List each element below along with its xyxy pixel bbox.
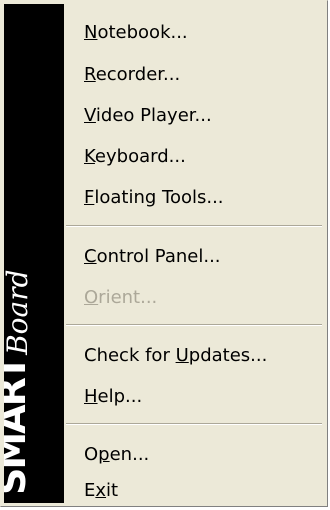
- menu-item-open[interactable]: Open...: [64, 436, 324, 474]
- menu-item-notebook[interactable]: Notebook...: [64, 14, 324, 52]
- menu-item-text-post: eyboard...: [94, 146, 186, 167]
- menu-item-text-post: elp...: [97, 386, 143, 407]
- menu-item-accelerator: C: [84, 246, 97, 267]
- menu-item-control-panel[interactable]: Control Panel...: [64, 238, 324, 276]
- menu-item-text-post: en...: [109, 444, 150, 465]
- menu-separator: [66, 324, 322, 326]
- smartboard-logo: SMARTBoard™: [4, 258, 34, 495]
- menu-items: Notebook... Recorder... Video Player... …: [64, 4, 324, 503]
- menu-separator: [66, 225, 322, 227]
- menu-item-recorder[interactable]: Recorder...: [64, 56, 324, 94]
- menu-item-keyboard[interactable]: Keyboard...: [64, 138, 324, 176]
- menu-item-accelerator: x: [95, 480, 107, 501]
- menu-item-text-post: otebook...: [97, 22, 188, 43]
- menu-item-text-post: ontrol Panel...: [96, 246, 221, 267]
- menu-item-accelerator: U: [175, 345, 189, 366]
- menu-item-text-post: pdates...: [188, 345, 268, 366]
- menu-item-check-for-updates[interactable]: Check for Updates...: [64, 337, 324, 375]
- menu-item-exit[interactable]: Exit: [64, 472, 324, 510]
- menu-item-accelerator: O: [84, 287, 99, 308]
- brand-board-text: Board: [4, 269, 34, 355]
- menu-separator: [66, 423, 322, 425]
- menu-item-text-pre: Check for: [84, 345, 176, 366]
- brand-smart-text: SMART: [4, 356, 34, 495]
- smartboard-brand-strip: SMARTBoard™: [4, 4, 64, 503]
- menu-item-text-post: loating Tools...: [94, 187, 224, 208]
- menu-item-accelerator: p: [98, 444, 110, 465]
- menu-item-accelerator: N: [84, 22, 98, 43]
- menu-item-text-post: ecorder...: [95, 64, 181, 85]
- menu-item-accelerator: V: [84, 105, 96, 126]
- menu-item-help[interactable]: Help...: [64, 378, 324, 416]
- menu-item-text-pre: O: [84, 444, 99, 465]
- menu-item-text-post: it: [106, 480, 119, 501]
- menu-item-video-player[interactable]: Video Player...: [64, 97, 324, 135]
- context-menu: SMARTBoard™ Notebook... Recorder... Vide…: [0, 0, 328, 507]
- menu-item-floating-tools[interactable]: Floating Tools...: [64, 179, 324, 217]
- menu-item-accelerator: R: [84, 64, 96, 85]
- menu-item-orient: Orient...: [64, 279, 324, 317]
- menu-item-accelerator: H: [84, 386, 98, 407]
- menu-body: SMARTBoard™ Notebook... Recorder... Vide…: [4, 4, 324, 503]
- menu-item-accelerator: K: [84, 146, 95, 167]
- menu-item-text-post: rient...: [98, 287, 158, 308]
- menu-item-text-pre: E: [84, 480, 96, 501]
- menu-item-accelerator: F: [84, 187, 95, 208]
- menu-item-text-post: ideo Player...: [95, 105, 212, 126]
